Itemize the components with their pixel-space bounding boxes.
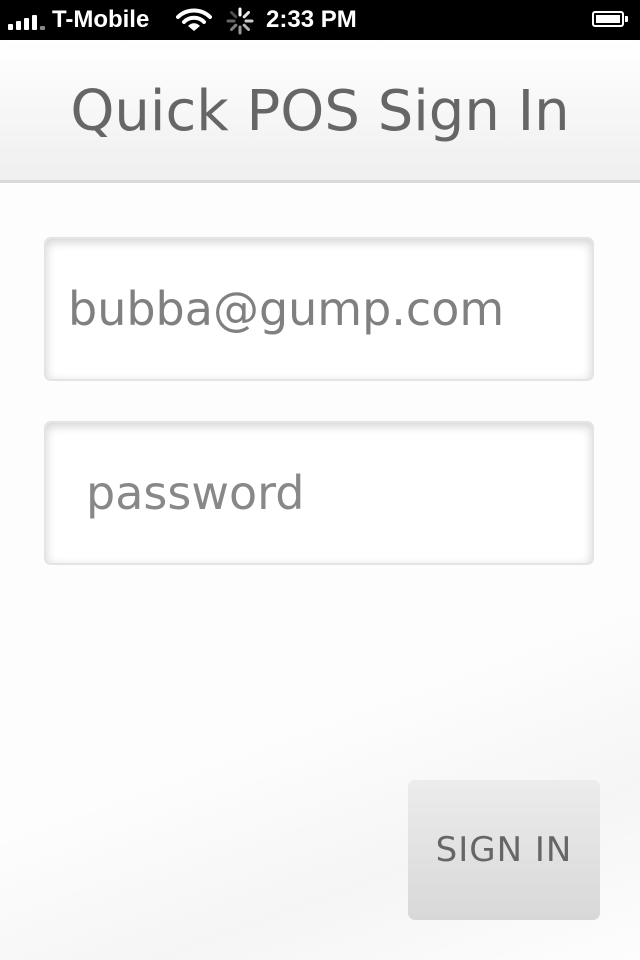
status-time: 2:33 PM: [266, 6, 357, 33]
battery-icon: [592, 11, 632, 29]
wifi-icon: [176, 8, 212, 31]
status-bar: T-Mobile 2:33 PM: [0, 0, 640, 40]
header-bar: Quick POS Sign In: [0, 40, 640, 183]
sign-in-button[interactable]: SIGN IN: [408, 780, 600, 920]
email-field-container: [44, 237, 594, 381]
cellular-signal-icon: [8, 12, 48, 30]
password-field-container: [44, 421, 594, 565]
email-field[interactable]: [46, 239, 592, 379]
activity-spinner-icon: [226, 7, 254, 35]
carrier-name: T-Mobile: [52, 6, 150, 33]
page-title: Quick POS Sign In: [70, 79, 570, 144]
password-field[interactable]: [46, 423, 592, 563]
